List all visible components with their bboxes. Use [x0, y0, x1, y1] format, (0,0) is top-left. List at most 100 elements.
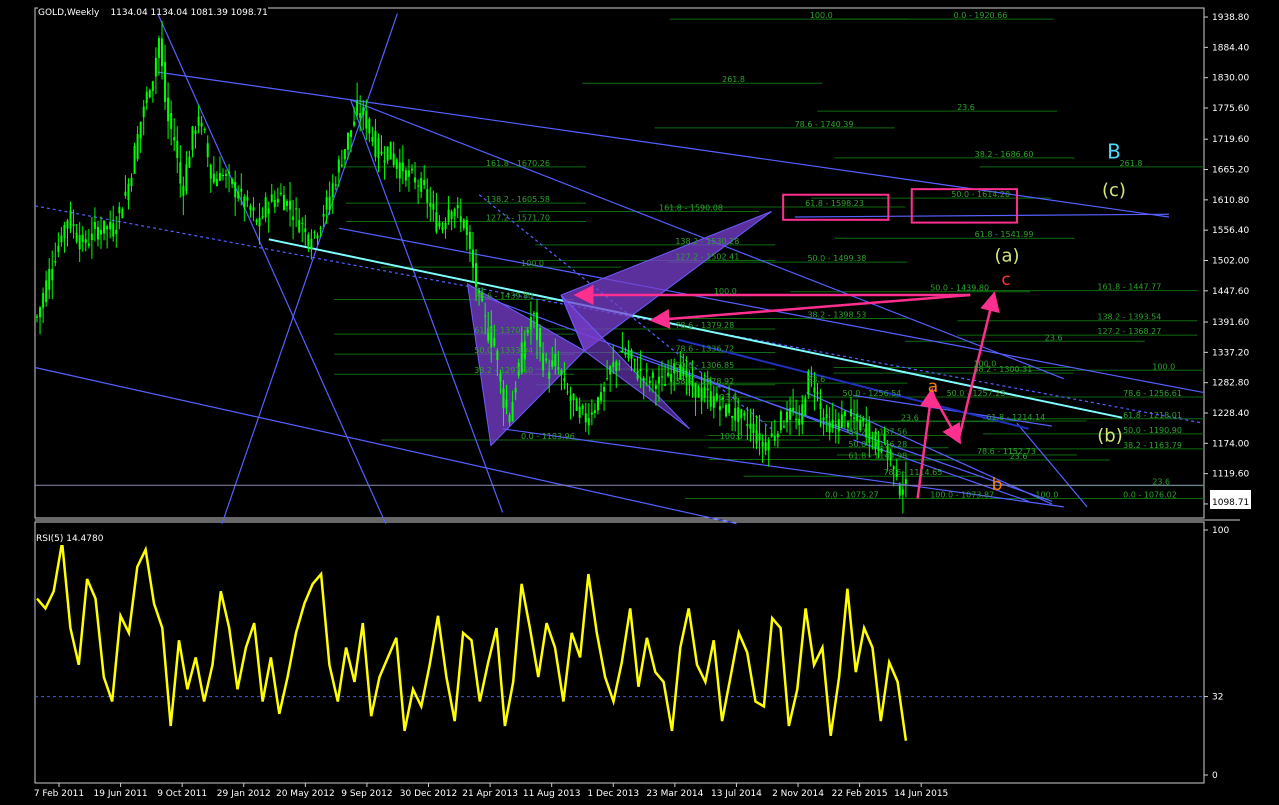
candle-body — [444, 222, 447, 230]
fib-label: 100.0 — [714, 287, 737, 296]
candle-body — [630, 350, 633, 359]
wave-label: b — [992, 475, 1003, 495]
trend-line — [794, 213, 1169, 218]
candle-body — [353, 121, 356, 126]
candle-body — [57, 245, 60, 252]
candle-body — [618, 363, 621, 365]
candle-body — [414, 177, 417, 183]
candle-body — [447, 209, 450, 222]
candle-body — [542, 353, 545, 371]
candle-body — [657, 376, 660, 384]
x-tick-label: 1 Dec 2013 — [587, 789, 639, 799]
fib-label: 38.2 - 1278.92 — [675, 377, 734, 386]
candle-body — [246, 196, 249, 201]
candle-body — [782, 426, 785, 428]
candle-body — [596, 397, 599, 411]
candle-body — [792, 407, 795, 411]
candle-body — [749, 423, 752, 429]
candle-body — [334, 184, 337, 186]
candle-body — [371, 136, 374, 142]
candle-body — [633, 359, 636, 361]
fib-label: 50.0 - 1306.85 — [675, 361, 734, 370]
candle-body — [383, 160, 386, 163]
candle-body — [475, 263, 478, 288]
candle-body — [901, 489, 904, 495]
candle-body — [871, 436, 874, 439]
price-tick-label: 1119.60 — [1212, 470, 1249, 480]
candle-body — [157, 38, 160, 58]
candle-body — [734, 408, 737, 421]
candle-body — [237, 191, 240, 199]
fib-label: 38.2 - 1398.53 — [807, 310, 866, 319]
candle-body — [465, 220, 468, 236]
price-panel-frame — [34, 7, 1205, 519]
fib-label: 38.2 - 1300.31 — [973, 365, 1032, 374]
candle-body — [453, 209, 456, 217]
candle-body — [459, 216, 462, 222]
candle-body — [511, 402, 514, 422]
candle-body — [664, 384, 667, 386]
candle-body — [139, 121, 142, 139]
fib-label: 23.6 — [807, 375, 825, 384]
candle-body — [63, 224, 66, 238]
candle-body — [624, 352, 627, 355]
candle-body — [505, 399, 508, 408]
candle-body — [462, 219, 465, 229]
candle-body — [581, 405, 584, 409]
candle-body — [84, 239, 87, 243]
candle-body — [706, 388, 709, 391]
candle-body — [737, 407, 740, 423]
candle-body — [218, 173, 221, 181]
candle-body — [731, 415, 734, 418]
candle-body — [374, 130, 377, 157]
candle-body — [252, 207, 255, 211]
fib-label: 100.0 — [810, 11, 833, 20]
candle-body — [587, 418, 590, 426]
candle-body — [627, 350, 630, 358]
candle-body — [100, 229, 103, 235]
current-price-label: 1098.71 — [1212, 498, 1250, 508]
fib-label: 38.2 - 1163.79 — [1123, 441, 1182, 450]
fib-label: 78.6 - 1439.80 — [474, 292, 533, 301]
candle-body — [539, 328, 542, 347]
candle-body — [718, 406, 721, 411]
candle-body — [206, 143, 209, 158]
candle-body — [377, 138, 380, 159]
candle-body — [328, 196, 331, 211]
fib-label: 100.0 - 1073.87 — [930, 490, 994, 499]
wave-label: B — [1107, 139, 1121, 163]
candle-body — [93, 221, 96, 229]
fib-label: 127.2 - 1571.70 — [486, 213, 550, 222]
candle-body — [670, 374, 673, 382]
candle-body — [179, 162, 182, 184]
candle-body — [356, 100, 359, 116]
x-tick-label: 2 Nov 2014 — [772, 789, 824, 799]
x-tick-label: 9 Sep 2012 — [341, 789, 392, 799]
candle-body — [825, 413, 828, 418]
price-tick-label: 1884.40 — [1212, 43, 1249, 53]
candle-body — [124, 191, 127, 196]
candle-body — [346, 132, 349, 150]
x-tick-label: 20 May 2012 — [276, 789, 335, 799]
candle-body — [289, 200, 292, 210]
candle-body — [164, 62, 167, 103]
price-tick-label: 1174.00 — [1212, 439, 1249, 449]
candle-body — [441, 226, 444, 231]
candle-body — [819, 402, 822, 410]
candle-body — [133, 145, 136, 175]
rsi-series-line — [36, 542, 908, 741]
symbol-label: GOLD,Weekly — [38, 8, 100, 18]
candle-body — [779, 411, 782, 431]
candle-body — [295, 208, 298, 210]
candle-body — [816, 392, 819, 394]
candle-body — [426, 189, 429, 203]
candle-body — [322, 213, 325, 217]
candle-body — [194, 130, 197, 135]
fib-label: 23.6 — [1010, 452, 1028, 461]
candle-body — [560, 370, 563, 376]
candle-body — [429, 202, 432, 207]
candle-body — [337, 159, 340, 173]
candle-body — [48, 268, 51, 290]
candle-body — [755, 430, 758, 444]
candle-body — [54, 261, 57, 263]
